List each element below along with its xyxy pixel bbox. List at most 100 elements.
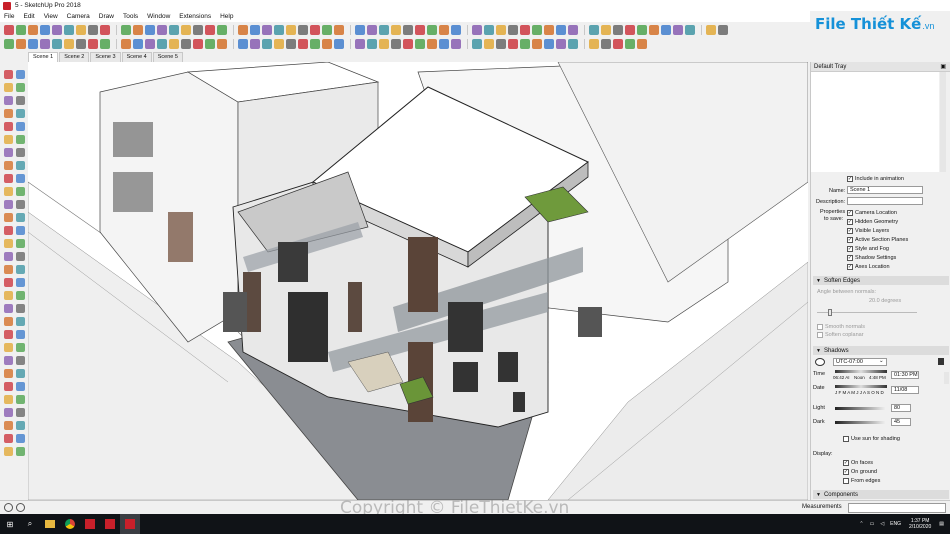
toolbar-tool-icon[interactable] (484, 25, 494, 35)
tab-scene-5[interactable]: Scene 5 (152, 52, 183, 62)
toolbar-tool-icon[interactable] (121, 39, 131, 49)
soften-coplanar-checkbox[interactable] (817, 332, 823, 338)
toolbar-tool-icon[interactable] (274, 25, 284, 35)
toolbar-tool-icon[interactable] (181, 39, 191, 49)
toolbar-tool-icon[interactable] (217, 39, 227, 49)
clock[interactable]: 1:37 PM 2/10/2020 (909, 518, 931, 530)
toolbar-tool-icon[interactable] (28, 25, 38, 35)
toolbar-tool-icon[interactable] (589, 39, 599, 49)
left-tool-icon[interactable] (4, 187, 13, 196)
left-tool-icon[interactable] (4, 239, 13, 248)
left-tool-icon[interactable] (16, 421, 25, 430)
toolbar-tool-icon[interactable] (403, 25, 413, 35)
tab-scene-2[interactable]: Scene 2 (59, 52, 90, 62)
shadow-toggle-icon[interactable] (815, 358, 825, 366)
left-tool-icon[interactable] (4, 356, 13, 365)
left-tool-icon[interactable] (16, 70, 25, 79)
toolbar-tool-icon[interactable] (193, 25, 203, 35)
toolbar-tool-icon[interactable] (16, 25, 26, 35)
left-tool-icon[interactable] (4, 135, 13, 144)
left-tool-icon[interactable] (16, 109, 25, 118)
sketchup-taskbar-icon-active[interactable] (120, 514, 140, 534)
toolbar-tool-icon[interactable] (673, 25, 683, 35)
measurements-input[interactable] (848, 503, 946, 513)
left-tool-icon[interactable] (4, 96, 13, 105)
shadows-section-header[interactable]: ▼ Shadows (813, 346, 949, 355)
network-icon[interactable]: ▭ (870, 521, 875, 527)
tab-scene-1[interactable]: Scene 1 (28, 52, 59, 62)
toolbar-tool-icon[interactable] (334, 39, 344, 49)
left-tool-icon[interactable] (16, 395, 25, 404)
toolbar-tool-icon[interactable] (637, 39, 647, 49)
toolbar-tool-icon[interactable] (439, 25, 449, 35)
toolbar-tool-icon[interactable] (661, 25, 671, 35)
toolbar-tool-icon[interactable] (520, 25, 530, 35)
toolbar-tool-icon[interactable] (484, 39, 494, 49)
notification-icon[interactable]: ▤ (939, 521, 944, 527)
model-viewport[interactable] (28, 62, 808, 500)
toolbar-tool-icon[interactable] (415, 39, 425, 49)
details-toggle-icon[interactable] (938, 358, 944, 365)
left-tool-icon[interactable] (16, 343, 25, 352)
left-tool-icon[interactable] (16, 174, 25, 183)
toolbar-tool-icon[interactable] (496, 25, 506, 35)
toolbar-tool-icon[interactable] (64, 25, 74, 35)
angle-slider-thumb[interactable] (828, 309, 832, 316)
chrome-icon[interactable] (60, 514, 80, 534)
credits-icon[interactable] (16, 503, 25, 512)
on-ground-checkbox[interactable]: ✓ (843, 469, 849, 475)
toolbar-tool-icon[interactable] (496, 39, 506, 49)
toolbar-tool-icon[interactable] (613, 25, 623, 35)
time-input[interactable]: 01:30 PM (891, 371, 919, 379)
toolbar-tool-icon[interactable] (508, 25, 518, 35)
toolbar-tool-icon[interactable] (298, 39, 308, 49)
sketchup-taskbar-icon-2[interactable] (100, 514, 120, 534)
scene-description-input[interactable] (847, 197, 923, 205)
toolbar-tool-icon[interactable] (4, 39, 14, 49)
toolbar-tool-icon[interactable] (532, 25, 542, 35)
toolbar-tool-icon[interactable] (544, 39, 554, 49)
left-tool-icon[interactable] (16, 304, 25, 313)
toolbar-tool-icon[interactable] (76, 39, 86, 49)
menu-window[interactable]: Window (143, 13, 175, 20)
toolbar-tool-icon[interactable] (415, 25, 425, 35)
toolbar-tool-icon[interactable] (472, 25, 482, 35)
toolbar-tool-icon[interactable] (556, 39, 566, 49)
left-tool-icon[interactable] (16, 187, 25, 196)
from-edges-checkbox[interactable] (843, 478, 849, 484)
toolbar-tool-icon[interactable] (355, 39, 365, 49)
toolbar-tool-icon[interactable] (556, 25, 566, 35)
soften-edges-section-header[interactable]: ▼ Soften Edges (813, 276, 949, 285)
toolbar-tool-icon[interactable] (427, 39, 437, 49)
checkbox[interactable]: ✓ (847, 246, 853, 252)
toolbar-tool-icon[interactable] (238, 25, 248, 35)
menu-camera[interactable]: Camera (63, 13, 95, 20)
toolbar-tool-icon[interactable] (100, 25, 110, 35)
light-slider[interactable] (835, 407, 885, 410)
left-tool-icon[interactable] (16, 83, 25, 92)
toolbar-tool-icon[interactable] (40, 39, 50, 49)
toolbar-tool-icon[interactable] (637, 25, 647, 35)
tab-scene-4[interactable]: Scene 4 (121, 52, 152, 62)
toolbar-tool-icon[interactable] (205, 39, 215, 49)
toolbar-tool-icon[interactable] (286, 25, 296, 35)
left-tool-icon[interactable] (16, 434, 25, 443)
time-slider[interactable] (835, 370, 887, 373)
smooth-normals-checkbox[interactable] (817, 324, 823, 330)
pin-icon[interactable]: ▣ (940, 63, 946, 70)
left-tool-icon[interactable] (16, 278, 25, 287)
left-tool-icon[interactable] (4, 382, 13, 391)
toolbar-tool-icon[interactable] (568, 25, 578, 35)
toolbar-tool-icon[interactable] (250, 25, 260, 35)
toolbar-tool-icon[interactable] (262, 39, 272, 49)
left-tool-icon[interactable] (16, 122, 25, 131)
toolbar-tool-icon[interactable] (379, 25, 389, 35)
toolbar-tool-icon[interactable] (439, 39, 449, 49)
toolbar-tool-icon[interactable] (133, 25, 143, 35)
info-icon[interactable] (4, 503, 13, 512)
toolbar-tool-icon[interactable] (205, 25, 215, 35)
toolbar-tool-icon[interactable] (28, 39, 38, 49)
toolbar-tool-icon[interactable] (52, 25, 62, 35)
menu-view[interactable]: View (40, 13, 63, 20)
date-input[interactable]: 11/08 (891, 386, 919, 394)
